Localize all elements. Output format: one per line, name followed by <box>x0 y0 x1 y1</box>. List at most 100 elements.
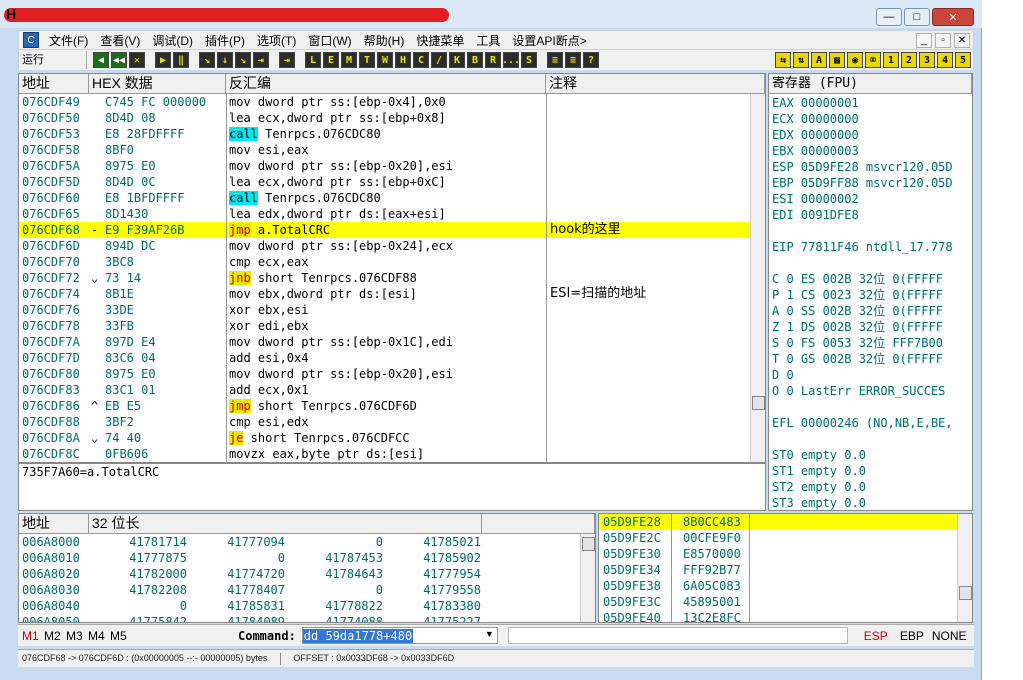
disasm-row[interactable]: 076CDF78 33FB xor edi,ebx <box>19 318 765 334</box>
help-icon[interactable]: ? <box>583 52 599 68</box>
disasm-row[interactable]: 076CDF60 E8 1BFDFFFF call Tenrpcs.076CDC80 <box>19 190 765 206</box>
tab-m1[interactable]: M1 <box>22 629 44 643</box>
minimize-button[interactable]: — <box>876 8 902 26</box>
dump-col-address[interactable]: 地址 <box>19 514 89 533</box>
mdi-restore-button[interactable]: ▫ <box>935 32 951 48</box>
callstack-window-button[interactable]: K <box>449 52 465 68</box>
tab-m5[interactable]: M5 <box>110 629 132 643</box>
disasm-row[interactable]: 076CDF8A ⌄ 74 40 je short Tenrpcs.076CDFCC <box>19 430 765 446</box>
stack-row[interactable]: 05D9FE38 6A05C083 <box>599 578 957 594</box>
pause-icon[interactable]: ‖ <box>173 52 189 68</box>
disasm-row[interactable]: 076CDF83 83C1 01 add ecx,0x1 <box>19 382 765 398</box>
dump-pane[interactable]: 地址 32 位长 006A8000 41781714 41777094 0 417850… <box>18 513 596 623</box>
menu-options[interactable]: 选项(T) <box>251 32 302 49</box>
disasm-row[interactable]: 076CDF5D 8D4D 0C lea ecx,dword ptr ss:[ebp… <box>19 174 765 190</box>
stop-icon[interactable]: ✕ <box>129 52 145 68</box>
handles-window-button[interactable]: H <box>395 52 411 68</box>
reg-ebp-button[interactable]: EBP <box>900 629 924 643</box>
dump-row[interactable]: 006A8050 41775842 41784089 41774088 41775227 <box>19 614 595 622</box>
menu-debug[interactable]: 调试(D) <box>146 32 199 49</box>
menu-help[interactable]: 帮助(H) <box>358 32 411 49</box>
threads-window-button[interactable]: T <box>359 52 375 68</box>
run-icon[interactable]: ▶ <box>155 52 171 68</box>
tool-updown-icon[interactable]: ⇅ <box>793 52 809 68</box>
stack-row[interactable]: 05D9FE28 8B0CC483 <box>599 514 957 530</box>
command-input-value[interactable]: dd 59da1778+480 <box>302 628 414 643</box>
breakpoints-window-button[interactable]: B <box>467 52 483 68</box>
stack-row[interactable]: 05D9FE2C 00CFE9F0 <box>599 530 957 546</box>
execute-till-return-icon[interactable]: ⇥ <box>279 52 295 68</box>
mdi-minimize-button[interactable]: _ <box>916 32 932 48</box>
col-disasm[interactable]: 反汇编 <box>226 74 546 93</box>
trace-into-icon[interactable]: ↘ <box>235 52 251 68</box>
registers-pane[interactable]: 寄存器 (FPU) EAX 00000001 ECX 00000000 EDX 00… <box>768 73 973 511</box>
references-window-button[interactable]: R <box>485 52 501 68</box>
disasm-row[interactable]: 076CDF76 33DE xor ebx,esi <box>19 302 765 318</box>
tool-swap-icon[interactable]: ⇆ <box>775 52 791 68</box>
rewind-icon[interactable]: ◀◀ <box>111 52 127 68</box>
log-window-button[interactable]: L <box>305 52 321 68</box>
disasm-scrollbar[interactable] <box>750 94 765 462</box>
tool-2-button[interactable]: 2 <box>901 52 917 68</box>
disasm-row[interactable]: 076CDF49 C745 FC 000000 mov dword ptr ss:[… <box>19 94 765 110</box>
disasm-row[interactable]: 076CDF80 8975 E0 mov dword ptr ss:[ebp-0x2… <box>19 366 765 382</box>
disasm-row[interactable]: 076CDF6D 894D DC mov dword ptr ss:[ebp-0x2… <box>19 238 765 254</box>
stack-row[interactable]: 05D9FE34 FFF92B77 <box>599 562 957 578</box>
options-grid-icon[interactable]: ≡ <box>565 52 581 68</box>
disasm-row[interactable]: 076CDF8C 0FB606 movzx eax,byte ptr ds:[esi… <box>19 446 765 462</box>
disasm-row[interactable]: 076CDF86 ^ EB E5 jmp short Tenrpcs.076CDF6D <box>19 398 765 414</box>
dump-row[interactable]: 006A8030 41782208 41778407 0 41779558 <box>19 582 595 598</box>
tab-m4[interactable]: M4 <box>88 629 110 643</box>
maximize-button[interactable]: □ <box>904 8 930 26</box>
tool-3-button[interactable]: 3 <box>919 52 935 68</box>
stack-row[interactable]: 05D9FE40 13C2E8FC <box>599 610 957 622</box>
disasm-row[interactable]: 076CDF5A 8975 E0 mov dword ptr ss:[ebp-0x2… <box>19 158 765 174</box>
run-trace-window-button[interactable]: ... <box>502 52 520 68</box>
menu-file[interactable]: 文件(F) <box>43 32 94 49</box>
disassembly-pane[interactable]: 地址 HEX 数据 反汇编 注释 076CDF49 C745 FC 000000 m… <box>18 73 766 463</box>
col-hex[interactable]: HEX 数据 <box>89 74 226 93</box>
tool-a-icon[interactable]: A <box>811 52 827 68</box>
reg-none-button[interactable]: NONE <box>932 629 967 643</box>
disasm-scroll-thumb[interactable] <box>752 396 765 410</box>
stack-pane[interactable]: 05D9FE28 8B0CC483 05D9FE2C 00CFE9F0 05D9FE30… <box>598 513 973 623</box>
reg-esp-button[interactable]: ESP <box>864 629 888 643</box>
disasm-row[interactable]: 076CDF74 8B1E mov ebx,dword ptr ds:[esi] ES… <box>19 286 765 302</box>
tool-target-icon[interactable]: ◉ <box>847 52 863 68</box>
dump-row[interactable]: 006A8000 41781714 41777094 0 41785021 <box>19 534 595 550</box>
options-list-icon[interactable]: ≡ <box>547 52 563 68</box>
dump-row[interactable]: 006A8020 41782000 41774720 41784643 41777954 <box>19 566 595 582</box>
disasm-row[interactable]: 076CDF65 8D1430 lea edx,dword ptr ds:[eax+… <box>19 206 765 222</box>
memory-window-button[interactable]: M <box>341 52 357 68</box>
stack-scrollbar[interactable] <box>957 514 972 622</box>
menu-view[interactable]: 查看(V) <box>94 32 146 49</box>
modules-window-button[interactable]: E <box>323 52 339 68</box>
menu-shortcut[interactable]: 快捷菜单 <box>410 32 470 49</box>
dump-row[interactable]: 006A8010 41777875 0 41787453 41785902 <box>19 550 595 566</box>
close-button[interactable]: ✕ <box>932 8 974 26</box>
stack-row[interactable]: 05D9FE30 E8570000 <box>599 546 957 562</box>
disasm-row[interactable]: 076CDF53 E8 28FDFFFF call Tenrpcs.076CDC80 <box>19 126 765 142</box>
disasm-row[interactable]: 076CDF58 8BF0 mov esi,eax <box>19 142 765 158</box>
cpu-window-button[interactable]: C <box>413 52 429 68</box>
disasm-row[interactable]: 076CDF7D 83C6 04 add esi,0x4 <box>19 350 765 366</box>
tool-clear-icon[interactable]: ⌧ <box>865 52 881 68</box>
dump-col-long[interactable]: 32 位长 <box>89 514 482 533</box>
tool-4-button[interactable]: 4 <box>937 52 953 68</box>
menu-window[interactable]: 窗口(W) <box>302 32 357 49</box>
col-comment[interactable]: 注释 <box>546 74 765 93</box>
disasm-row[interactable]: 076CDF7A 897D E4 mov dword ptr ss:[ebp-0x1… <box>19 334 765 350</box>
patches-window-button[interactable]: / <box>431 52 447 68</box>
menu-tools[interactable]: 工具 <box>470 32 506 49</box>
stack-row[interactable]: 05D9FE3C 45895001 <box>599 594 957 610</box>
command-dropdown-icon[interactable]: ▼ <box>485 629 494 639</box>
trace-over-icon[interactable]: ⇥ <box>253 52 269 68</box>
step-over-icon[interactable]: ↓ <box>217 52 233 68</box>
open-icon[interactable]: ◀ <box>93 52 109 68</box>
dump-scroll-thumb[interactable] <box>582 537 595 551</box>
tab-m2[interactable]: M2 <box>44 629 66 643</box>
tab-m3[interactable]: M3 <box>66 629 88 643</box>
menu-plugins[interactable]: 插件(P) <box>199 32 251 49</box>
tool-grid-icon[interactable]: ▩ <box>829 52 845 68</box>
step-into-icon[interactable]: ↘ <box>199 52 215 68</box>
